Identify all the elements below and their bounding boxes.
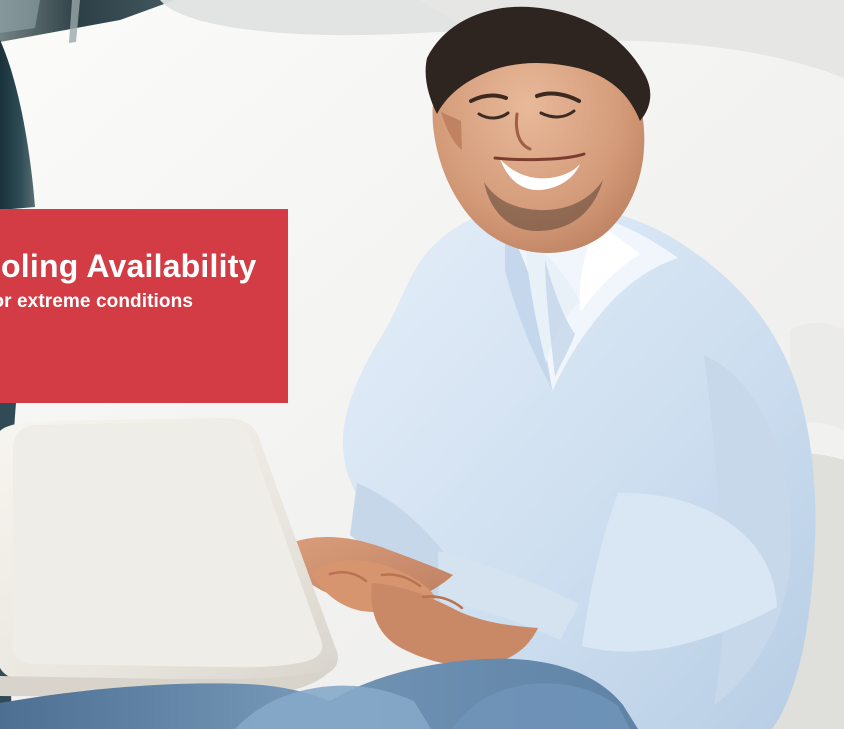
hero-stage: Cooling Availability for extreme conditi…: [0, 0, 844, 729]
hero-title: Cooling Availability: [0, 248, 257, 284]
headline-banner: Cooling Availability for extreme conditi…: [0, 209, 288, 403]
hero-subtitle: for extreme conditions: [0, 291, 194, 312]
